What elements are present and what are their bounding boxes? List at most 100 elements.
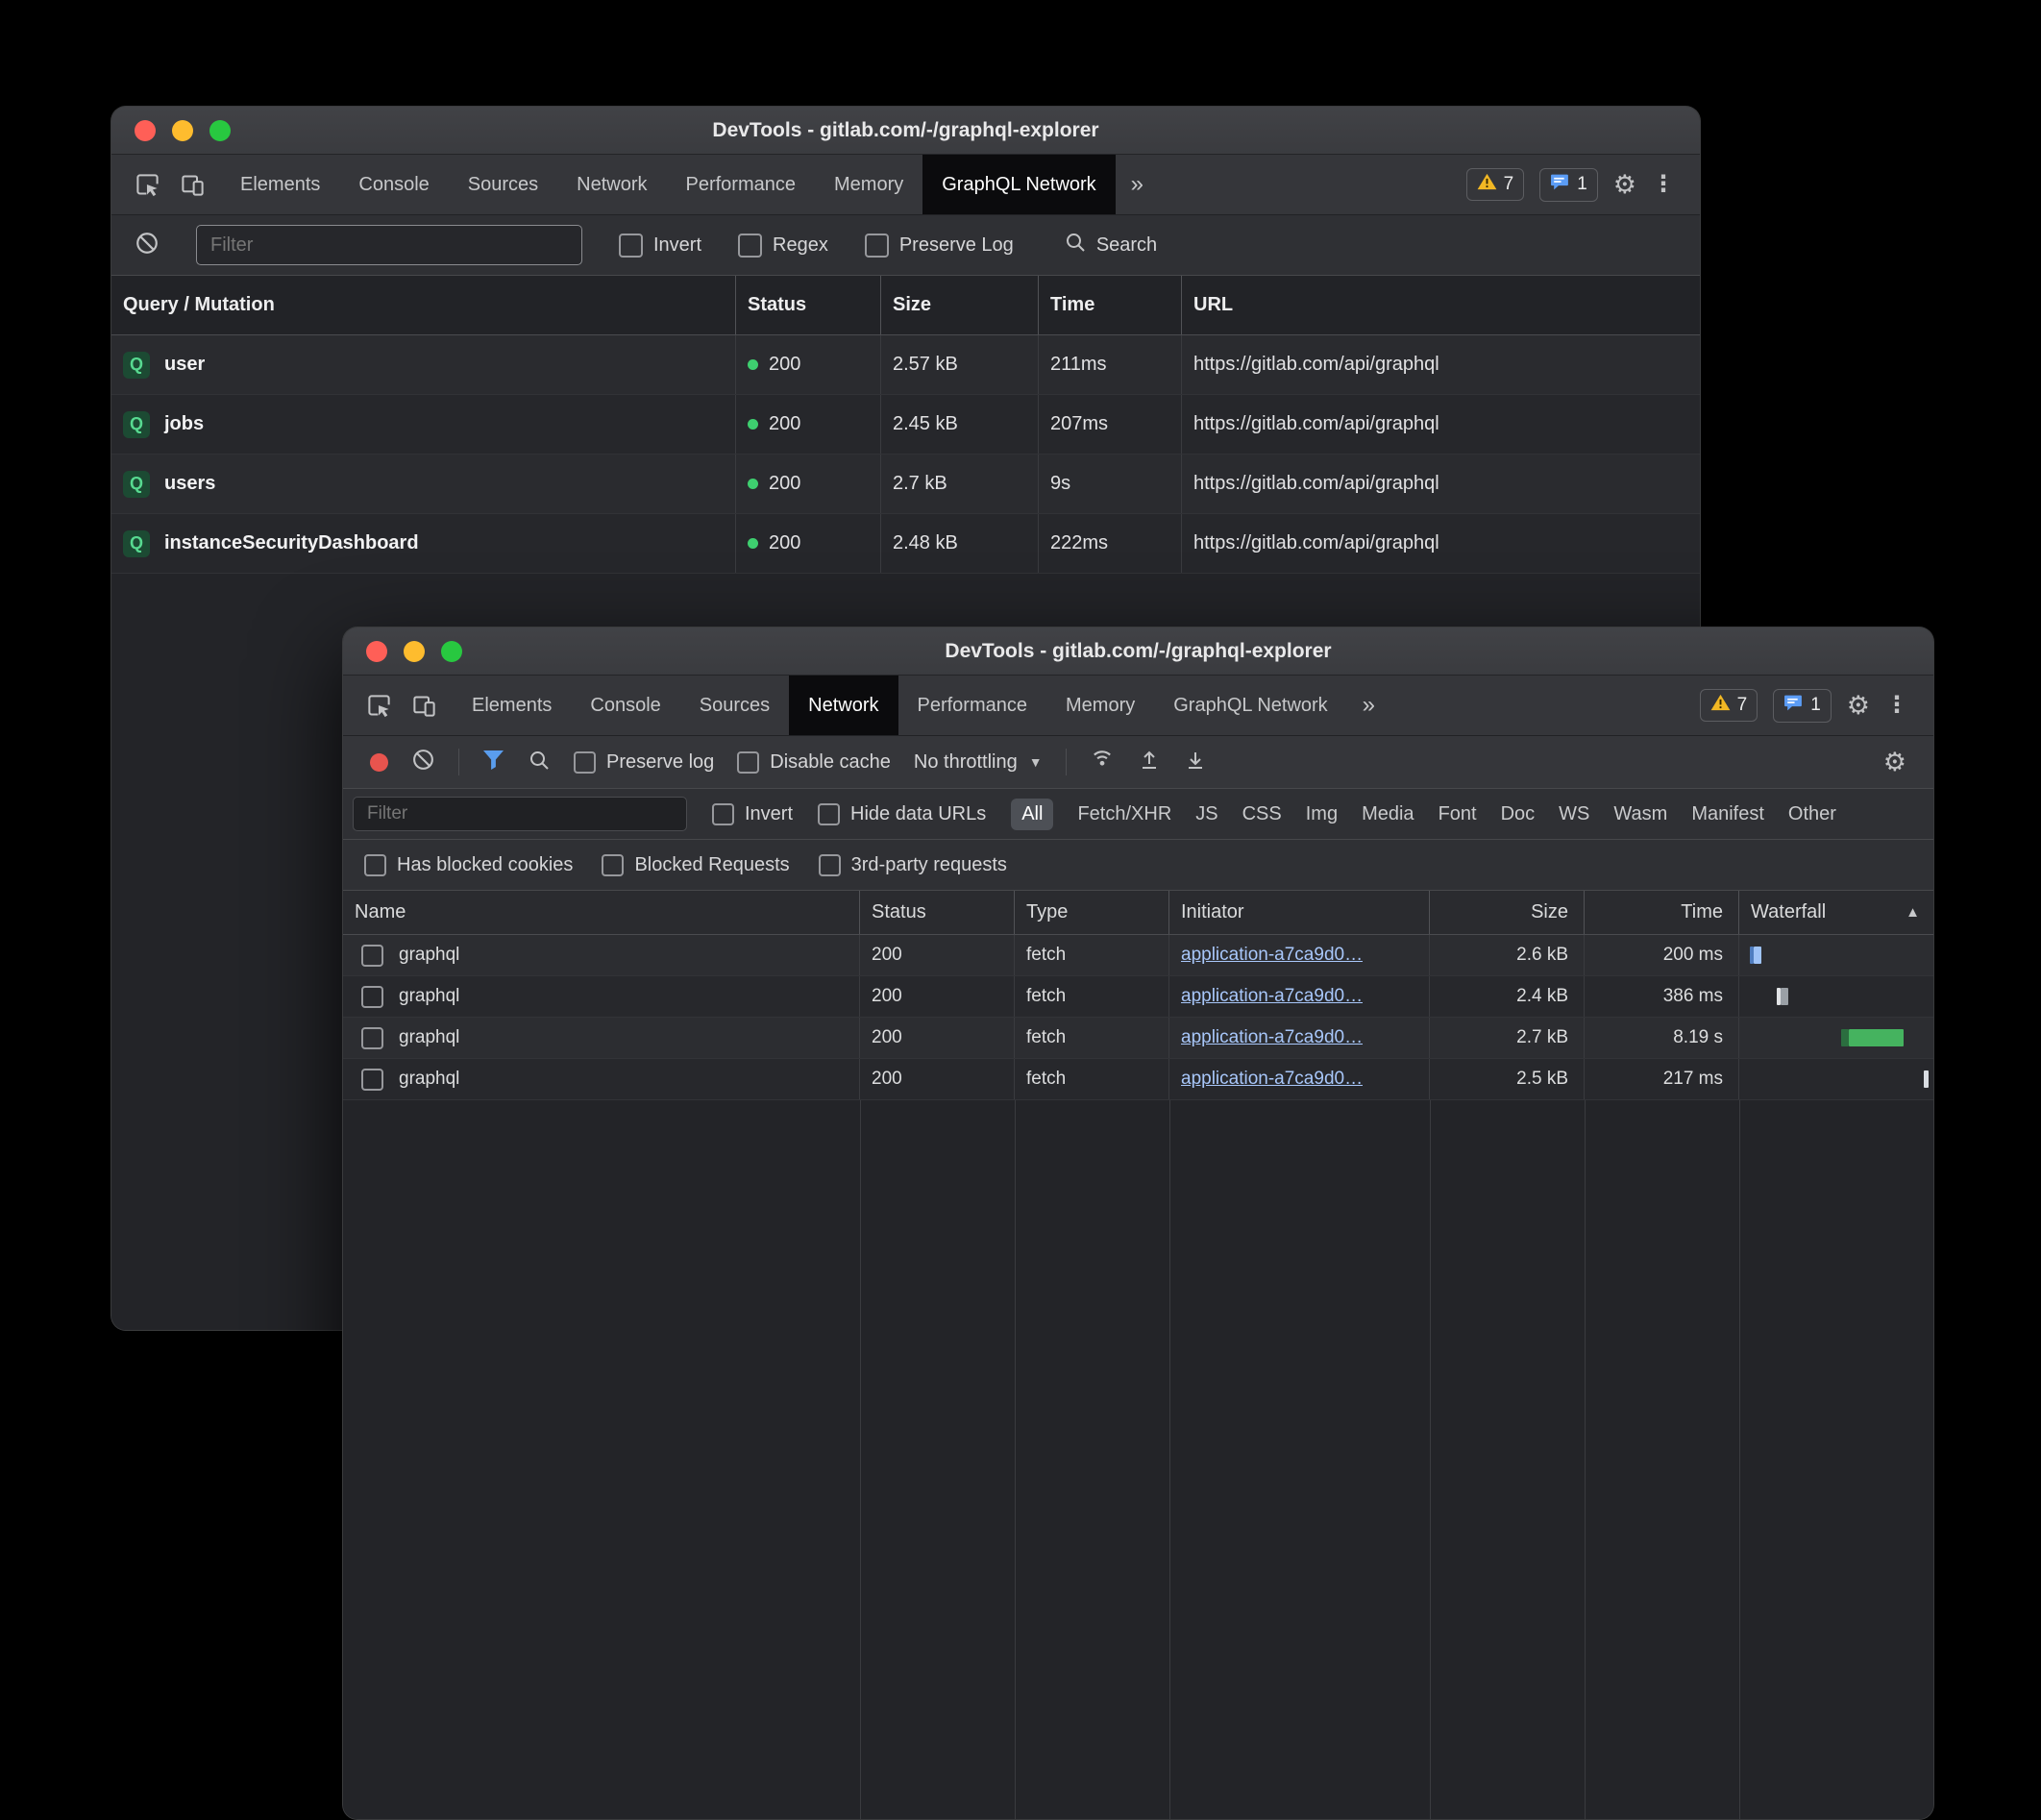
filter-funnel-icon[interactable] (482, 750, 504, 775)
tab-network[interactable]: Network (557, 155, 666, 214)
column-separator[interactable] (1585, 1100, 1586, 1819)
column-header-status[interactable]: Status (860, 891, 1015, 934)
zoom-button[interactable] (209, 120, 231, 141)
more-tabs-icon[interactable]: » (1116, 155, 1159, 214)
column-header-status[interactable]: Status (736, 276, 881, 334)
tab-sources[interactable]: Sources (449, 155, 557, 214)
tab-network[interactable]: Network (789, 676, 898, 735)
warnings-badge[interactable]: 7 (1700, 689, 1758, 722)
row-checkbox[interactable] (361, 1069, 383, 1091)
third-party-requests-checkbox[interactable] (819, 854, 841, 876)
row-checkbox[interactable] (361, 945, 383, 967)
filter-pill-fetch-xhr[interactable]: Fetch/XHR (1077, 803, 1171, 825)
column-separator[interactable] (1739, 1100, 1740, 1819)
import-har-icon[interactable] (1138, 749, 1161, 776)
column-header-waterfall[interactable]: Waterfall ▲ (1739, 891, 1933, 934)
regex-checkbox[interactable] (738, 234, 762, 258)
preserve-log-checkbox[interactable] (574, 751, 596, 774)
invert-checkbox[interactable] (619, 234, 643, 258)
tab-graphql-network[interactable]: GraphQL Network (1154, 676, 1346, 735)
tab-memory[interactable]: Memory (815, 155, 922, 214)
filter-pill-font[interactable]: Font (1439, 803, 1477, 825)
tab-sources[interactable]: Sources (680, 676, 789, 735)
initiator-link[interactable]: application-a7ca9d0… (1181, 1027, 1363, 1048)
filter-pill-other[interactable]: Other (1788, 803, 1836, 825)
throttling-select[interactable]: No throttling ▼ (914, 751, 1043, 774)
kebab-menu-icon[interactable]: ⋮ (1652, 173, 1675, 196)
column-header-size[interactable]: Size (1430, 891, 1585, 934)
filter-pill-manifest[interactable]: Manifest (1691, 803, 1764, 825)
filter-pill-img[interactable]: Img (1306, 803, 1338, 825)
device-toolbar-icon[interactable] (180, 172, 206, 198)
filter-pill-doc[interactable]: Doc (1501, 803, 1536, 825)
search-button[interactable]: Search (1064, 231, 1157, 259)
tab-console[interactable]: Console (339, 155, 448, 214)
close-button[interactable] (366, 641, 387, 662)
column-header-type[interactable]: Type (1015, 891, 1169, 934)
inspect-icon[interactable] (366, 693, 392, 719)
filter-pill-all[interactable]: All (1011, 799, 1053, 830)
column-header-initiator[interactable]: Initiator (1169, 891, 1430, 934)
export-har-icon[interactable] (1184, 749, 1207, 776)
table-row-instance-security-dashboard[interactable]: Q instanceSecurityDashboard 200 2.48 kB … (111, 514, 1700, 574)
zoom-button[interactable] (441, 641, 462, 662)
issues-badge[interactable]: 1 (1773, 689, 1832, 723)
record-button[interactable] (370, 753, 388, 772)
invert-checkbox[interactable] (712, 803, 734, 825)
titlebar[interactable]: DevTools - gitlab.com/-/graphql-explorer (343, 627, 1933, 676)
network-filter-input[interactable] (353, 797, 687, 831)
row-checkbox[interactable] (361, 986, 383, 1008)
initiator-link[interactable]: application-a7ca9d0… (1181, 945, 1363, 966)
titlebar[interactable]: DevTools - gitlab.com/-/graphql-explorer (111, 107, 1700, 155)
network-settings-gear-icon[interactable]: ⚙ (1883, 750, 1906, 775)
blocked-requests-checkbox[interactable] (602, 854, 624, 876)
column-header-query-mutation[interactable]: Query / Mutation (111, 276, 736, 334)
network-conditions-icon[interactable] (1090, 748, 1115, 777)
filter-input[interactable] (196, 225, 582, 265)
clear-icon[interactable] (411, 748, 435, 776)
settings-gear-icon[interactable]: ⚙ (1613, 172, 1636, 198)
request-row[interactable]: graphql 200 fetch application-a7ca9d0… 2… (343, 976, 1933, 1018)
filter-pill-wasm[interactable]: Wasm (1613, 803, 1667, 825)
table-row-users[interactable]: Q users 200 2.7 kB 9s https://gitlab.com… (111, 455, 1700, 514)
minimize-button[interactable] (172, 120, 193, 141)
column-header-url[interactable]: URL (1182, 276, 1700, 334)
request-row[interactable]: graphql 200 fetch application-a7ca9d0… 2… (343, 935, 1933, 976)
warnings-badge[interactable]: 7 (1466, 168, 1525, 201)
column-header-time[interactable]: Time (1585, 891, 1739, 934)
hide-data-urls-checkbox[interactable] (818, 803, 840, 825)
initiator-link[interactable]: application-a7ca9d0… (1181, 1069, 1363, 1090)
tab-performance[interactable]: Performance (898, 676, 1047, 735)
tab-performance[interactable]: Performance (667, 155, 816, 214)
column-separator[interactable] (860, 1100, 861, 1819)
filter-pill-media[interactable]: Media (1362, 803, 1414, 825)
settings-gear-icon[interactable]: ⚙ (1847, 693, 1870, 719)
filter-pill-css[interactable]: CSS (1242, 803, 1282, 825)
has-blocked-cookies-checkbox[interactable] (364, 854, 386, 876)
minimize-button[interactable] (404, 641, 425, 662)
table-row-user[interactable]: Q user 200 2.57 kB 211ms https://gitlab.… (111, 335, 1700, 395)
column-header-size[interactable]: Size (881, 276, 1039, 334)
device-toolbar-icon[interactable] (411, 693, 437, 719)
inspect-icon[interactable] (135, 172, 160, 198)
kebab-menu-icon[interactable]: ⋮ (1885, 694, 1908, 717)
clear-icon[interactable] (135, 231, 160, 260)
issues-badge[interactable]: 1 (1539, 168, 1598, 202)
initiator-link[interactable]: application-a7ca9d0… (1181, 986, 1363, 1007)
preserve-log-checkbox[interactable] (865, 234, 889, 258)
close-button[interactable] (135, 120, 156, 141)
tab-elements[interactable]: Elements (453, 676, 571, 735)
column-header-time[interactable]: Time (1039, 276, 1182, 334)
disable-cache-checkbox[interactable] (737, 751, 759, 774)
table-row-jobs[interactable]: Q jobs 200 2.45 kB 207ms https://gitlab.… (111, 395, 1700, 455)
column-separator[interactable] (1015, 1100, 1016, 1819)
column-separator[interactable] (1169, 1100, 1170, 1819)
tab-elements[interactable]: Elements (221, 155, 339, 214)
search-icon[interactable] (528, 749, 551, 776)
request-row[interactable]: graphql 200 fetch application-a7ca9d0… 2… (343, 1018, 1933, 1059)
request-row[interactable]: graphql 200 fetch application-a7ca9d0… 2… (343, 1059, 1933, 1100)
more-tabs-icon[interactable]: » (1347, 676, 1390, 735)
tab-memory[interactable]: Memory (1046, 676, 1154, 735)
column-separator[interactable] (1430, 1100, 1431, 1819)
column-header-name[interactable]: Name (343, 891, 860, 934)
